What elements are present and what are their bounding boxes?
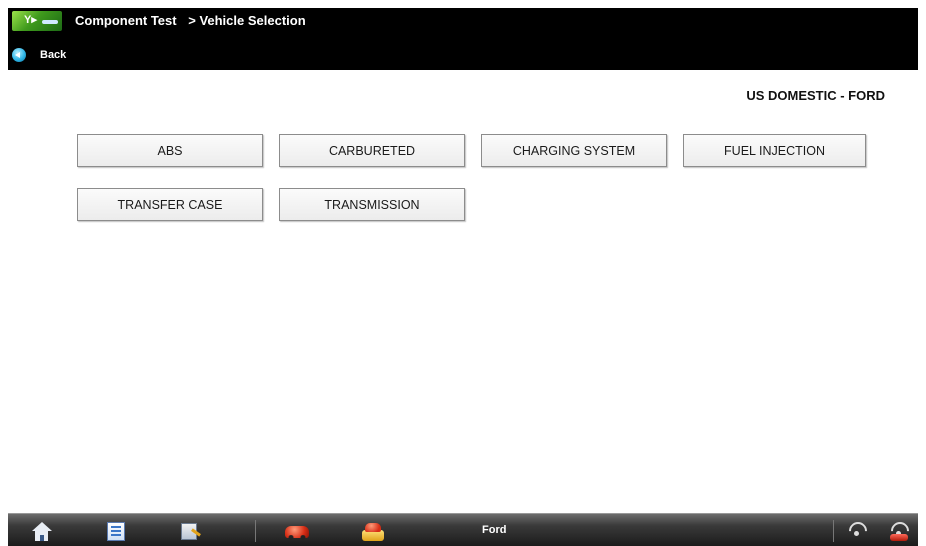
back-arrow-icon (12, 48, 26, 62)
breadcrumb-separator: > (188, 13, 196, 28)
system-button-fuel-injection[interactable]: FUEL INJECTION (683, 134, 866, 167)
breadcrumb: Component Test > Vehicle Selection (75, 13, 306, 28)
toolbar-divider (833, 520, 834, 542)
home-icon[interactable] (31, 522, 53, 542)
bottom-toolbar: Ford (8, 513, 918, 546)
vehicle-region-label: US DOMESTIC - FORD (746, 88, 885, 103)
toolbar-divider (255, 520, 256, 542)
system-button-abs[interactable]: ABS (77, 134, 263, 167)
page-title: Component Test (75, 13, 177, 28)
app-window: Y▸ Component Test > Vehicle Selection Ba… (8, 8, 918, 546)
system-button-transmission[interactable]: TRANSMISSION (279, 188, 465, 221)
vehicle-status-label: Ford (482, 524, 507, 536)
car-lift-icon[interactable] (361, 522, 384, 542)
tools-icon[interactable] (179, 522, 201, 542)
system-button-charging-system[interactable]: CHARGING SYSTEM (481, 134, 667, 167)
system-button-transfer-case[interactable]: TRANSFER CASE (77, 188, 263, 221)
header-bar: Y▸ Component Test > Vehicle Selection Ba… (8, 8, 918, 70)
app-logo-icon[interactable]: Y▸ (12, 11, 62, 31)
back-label: Back (40, 49, 67, 61)
signal-alert-icon[interactable] (887, 518, 913, 544)
system-button-carbureted[interactable]: CARBURETED (279, 134, 465, 167)
signal-icon[interactable] (845, 518, 871, 544)
breadcrumb-current: Vehicle Selection (199, 13, 306, 28)
list-icon[interactable] (105, 522, 127, 542)
car-icon[interactable] (285, 522, 309, 542)
back-button[interactable]: Back (12, 45, 66, 65)
